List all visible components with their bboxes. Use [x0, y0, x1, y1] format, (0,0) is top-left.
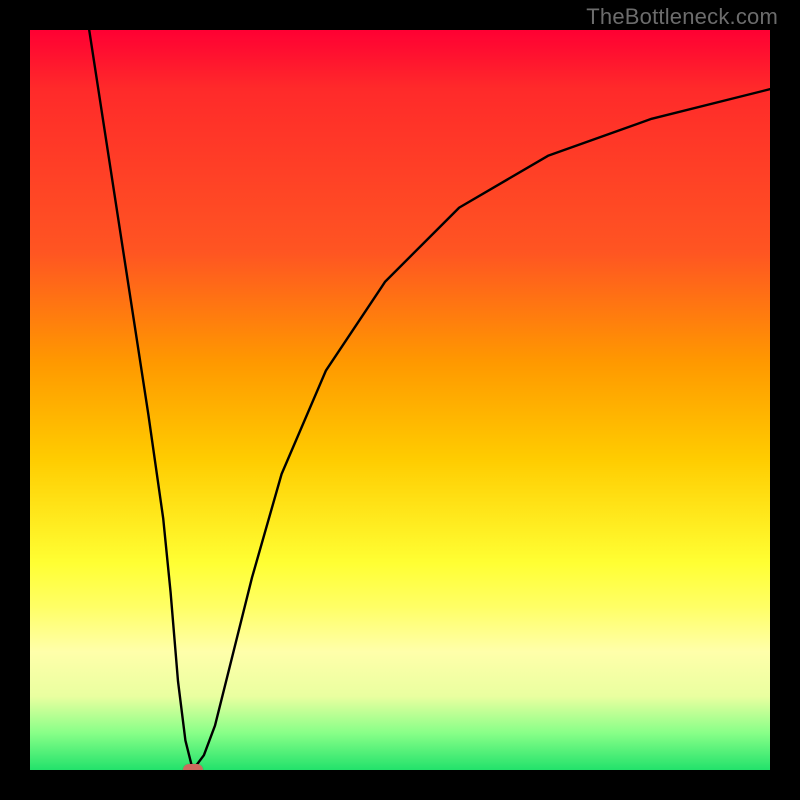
bottleneck-curve: [30, 30, 770, 770]
watermark-text: TheBottleneck.com: [586, 4, 778, 30]
chart-frame: TheBottleneck.com: [0, 0, 800, 800]
plot-area: [30, 30, 770, 770]
optimal-point-marker: [183, 764, 203, 770]
